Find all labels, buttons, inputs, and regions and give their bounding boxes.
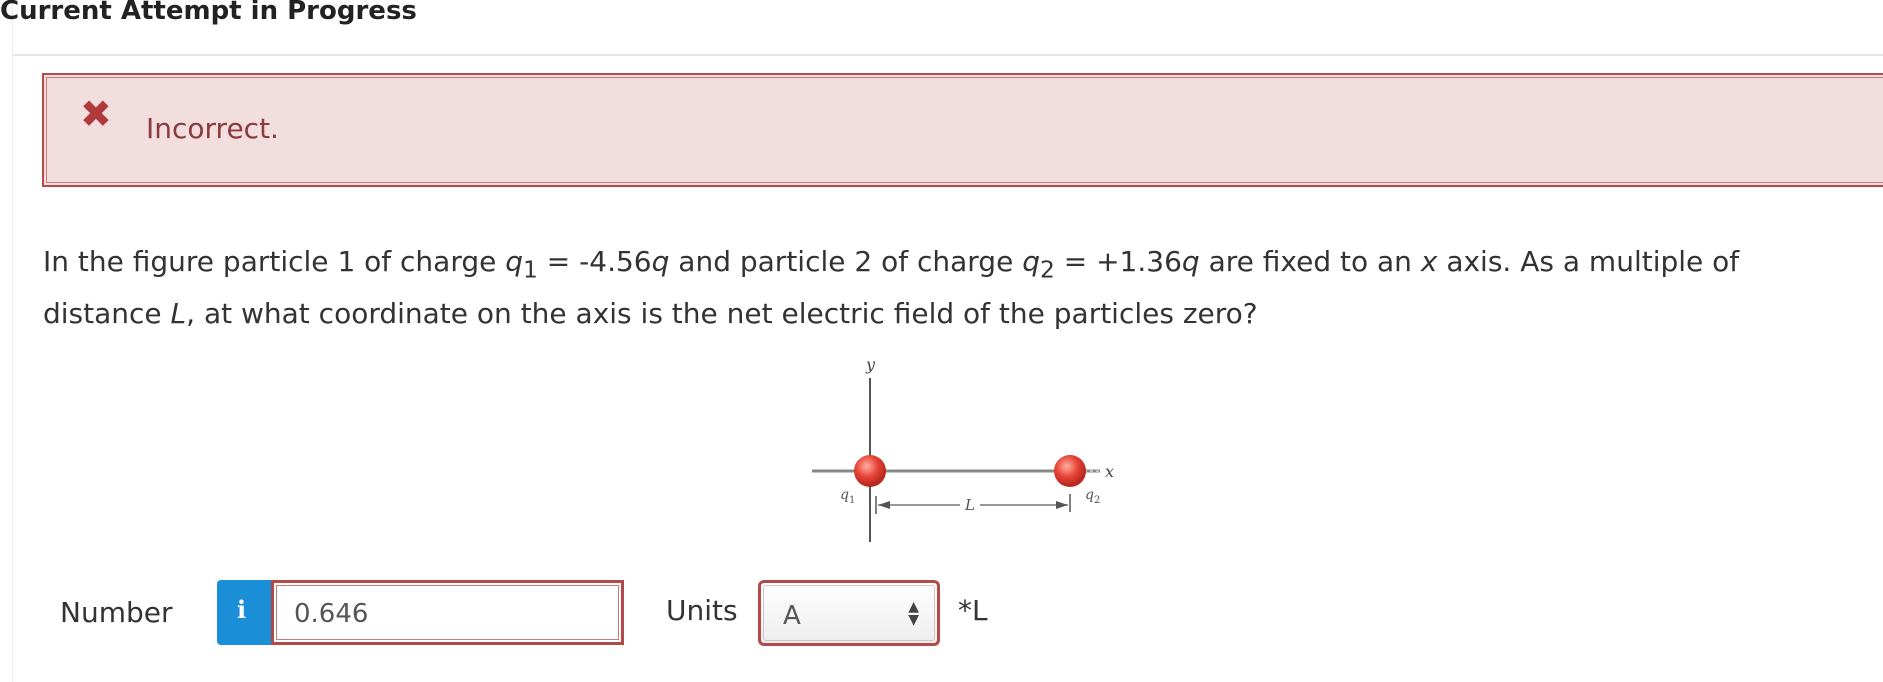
q1-figure-symbol: q bbox=[840, 487, 849, 503]
question-part: = +1.36 bbox=[1054, 245, 1182, 278]
q2-unit: q bbox=[1181, 245, 1200, 278]
question-part: are fixed to an bbox=[1199, 245, 1421, 278]
q2-figure-subscript: 2 bbox=[1094, 495, 1100, 506]
q1-subscript: 1 bbox=[523, 255, 538, 284]
number-field-wrapper bbox=[271, 580, 624, 645]
question-part: and particle 2 of charge bbox=[669, 245, 1023, 278]
info-icon[interactable]: i bbox=[217, 580, 273, 645]
select-arrows-icon: ▲ ▼ bbox=[908, 599, 919, 628]
distance-arrow-right bbox=[1056, 501, 1068, 509]
number-label: Number bbox=[60, 596, 173, 629]
close-x-icon: ✖ bbox=[80, 92, 112, 136]
y-axis-label: y bbox=[865, 355, 876, 374]
particle-2 bbox=[1054, 455, 1086, 487]
question-part: = -4.56 bbox=[537, 245, 652, 278]
units-select[interactable]: A ▲ ▼ bbox=[758, 580, 940, 646]
page: Current Attempt in Progress ✖ Incorrect.… bbox=[0, 0, 1883, 682]
answer-row: Number i Units A ▲▼ *L bbox=[0, 580, 1883, 650]
particle-1 bbox=[854, 455, 886, 487]
distance-symbol: L bbox=[170, 296, 187, 330]
alert-message: Incorrect. bbox=[146, 112, 279, 145]
header-divider bbox=[12, 54, 1883, 56]
question-part: In the figure particle 1 of charge bbox=[43, 245, 506, 278]
number-input[interactable] bbox=[294, 599, 594, 629]
x-axis-symbol: x bbox=[1420, 245, 1438, 278]
q1-figure-subscript: 1 bbox=[849, 495, 855, 506]
q1-unit: q bbox=[651, 245, 670, 278]
q1-symbol: q bbox=[505, 245, 524, 278]
units-suffix: *L bbox=[958, 594, 988, 627]
incorrect-alert: ✖ Incorrect. bbox=[42, 73, 1883, 187]
units-label: Units bbox=[666, 594, 738, 627]
q1-figure-label: q1 bbox=[840, 487, 855, 506]
q2-symbol: q bbox=[1022, 245, 1040, 278]
charge-figure: y x q1 q2 L bbox=[812, 355, 1114, 542]
q2-subscript: 2 bbox=[1039, 255, 1055, 284]
q2-figure-symbol: q bbox=[1085, 487, 1094, 503]
x-axis-label: x bbox=[1105, 462, 1114, 481]
distance-arrow-left bbox=[878, 501, 890, 509]
question-text: In the figure particle 1 of charge q1 = … bbox=[43, 240, 1863, 336]
page-title: Current Attempt in Progress bbox=[0, 0, 417, 26]
q2-figure-label: q2 bbox=[1085, 487, 1100, 506]
units-selected-value: A bbox=[783, 601, 801, 631]
distance-label: L bbox=[964, 496, 975, 514]
question-part: , at what coordinate on the axis is the … bbox=[186, 296, 1258, 330]
